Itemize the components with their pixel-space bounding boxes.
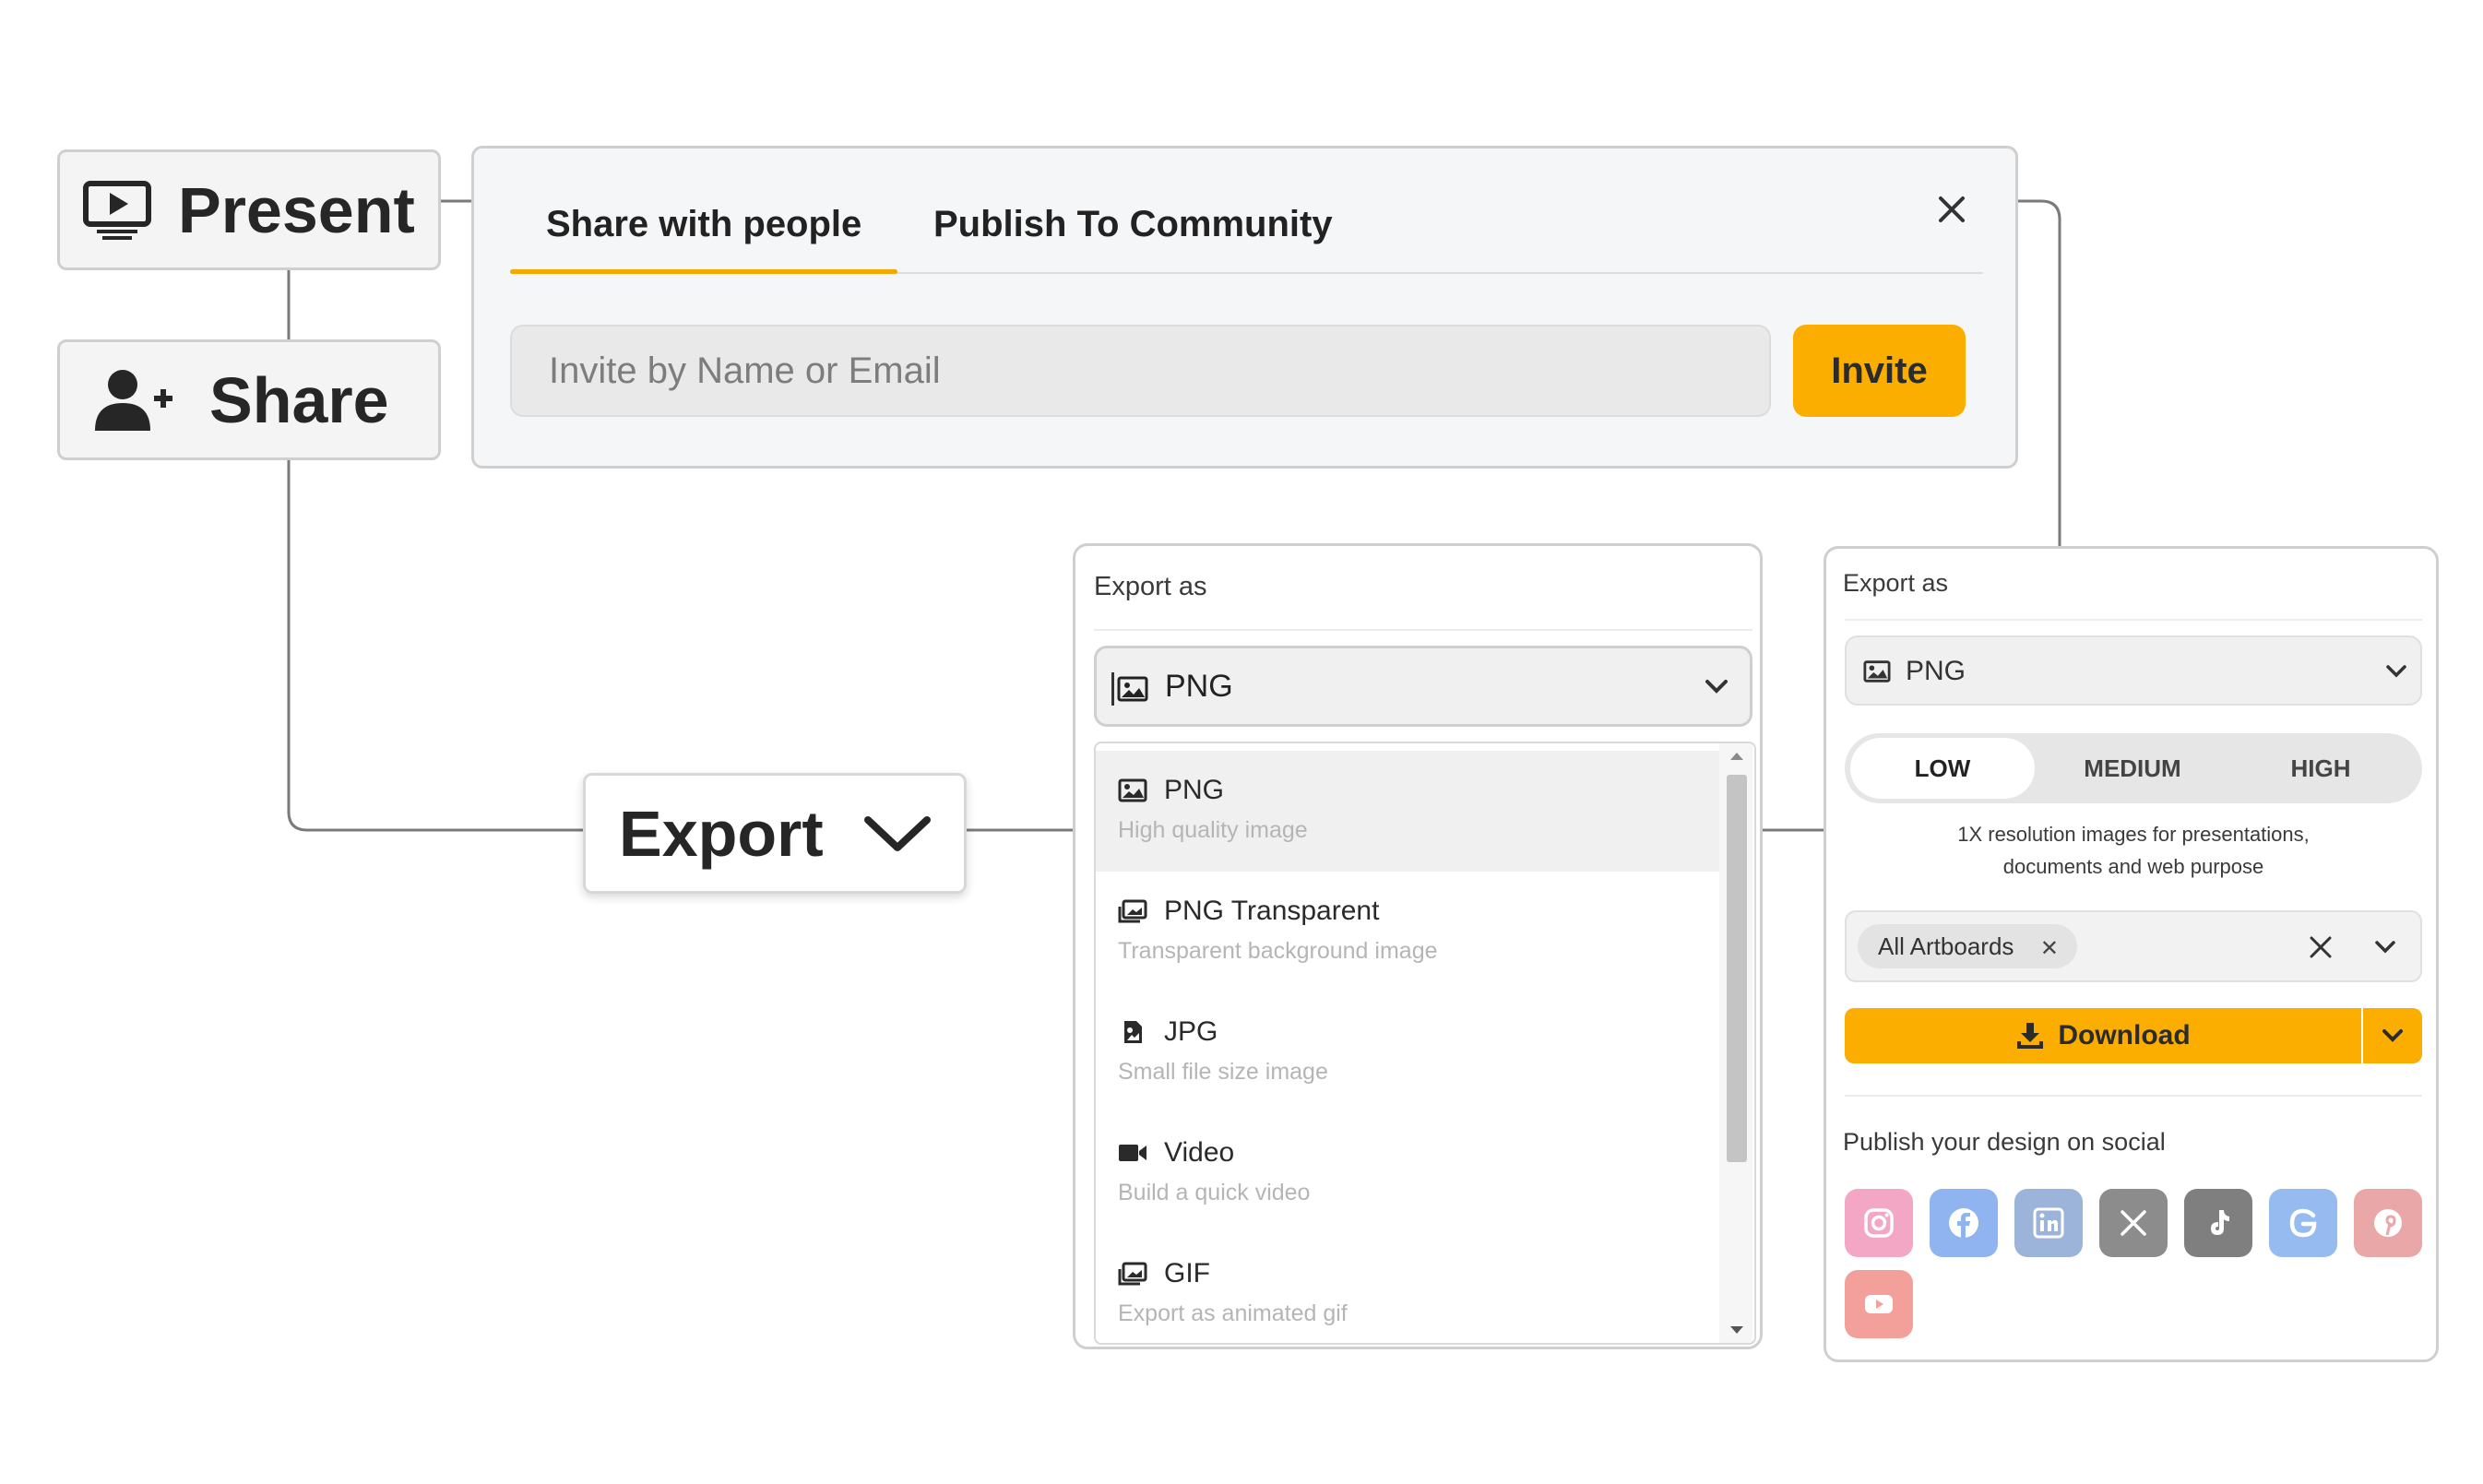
option-description: Transparent background image: [1118, 938, 1438, 964]
export-label: Export: [619, 797, 824, 870]
quality-medium-option[interactable]: MEDIUM: [2040, 733, 2225, 803]
format-select[interactable]: PNG: [1094, 646, 1752, 727]
active-tab-indicator: [510, 269, 897, 274]
youtube-icon[interactable]: [1845, 1270, 1913, 1338]
export-as-title: Export as: [1843, 569, 1949, 597]
download-label: Download: [2058, 1020, 2191, 1051]
image-icon: [1117, 676, 1148, 702]
add-user-icon: [95, 369, 172, 431]
share-dialog: Share with people Publish To Community I…: [471, 146, 2018, 469]
export-button[interactable]: Export: [583, 773, 967, 894]
artboard-select[interactable]: All Artboards ✕: [1845, 910, 2422, 982]
chevron-down-icon: [2382, 1029, 2403, 1042]
invite-placeholder: Invite by Name or Email: [549, 350, 941, 391]
tiktok-glyph: [2211, 1210, 2229, 1235]
artboard-chip-label: All Artboards: [1878, 932, 2014, 960]
list-item[interactable]: PNG High quality image: [1096, 751, 1723, 872]
chevron-down-icon: [2386, 665, 2406, 678]
divider: [1845, 1095, 2422, 1097]
list-item[interactable]: PNG Transparent Transparent background i…: [1096, 872, 1723, 992]
option-label: JPG: [1164, 1016, 1218, 1047]
option-label: Video: [1164, 1137, 1235, 1168]
clear-icon[interactable]: [2308, 934, 2334, 960]
google-glyph: [2289, 1208, 2317, 1238]
linkedin-glyph: [2033, 1207, 2064, 1239]
chevron-down-icon: [1705, 680, 1728, 694]
tiktok-icon[interactable]: [2184, 1189, 2252, 1257]
image-icon: [1118, 778, 1147, 802]
quality-high-option[interactable]: HIGH: [2228, 733, 2413, 803]
download-button[interactable]: Download: [1845, 1008, 2361, 1063]
image-icon: [1863, 660, 1891, 683]
quality-segmented-control: LOW MEDIUM HIGH: [1845, 733, 2422, 803]
chevron-down-icon[interactable]: [2374, 939, 2396, 956]
export-as-title: Export as: [1094, 572, 1207, 601]
images-icon: [1118, 1262, 1147, 1286]
text-cursor: [1111, 672, 1114, 706]
download-panel: Export as PNG LOW MEDIUM HIGH 1X resolut…: [1824, 546, 2439, 1362]
x-icon[interactable]: [2099, 1189, 2168, 1257]
download-options-button[interactable]: [2363, 1008, 2422, 1063]
export-dropdown-panel: Export as PNG PNG High quality image PNG…: [1073, 543, 1763, 1349]
list-item[interactable]: JPG Small file size image: [1096, 992, 1723, 1113]
x-glyph: [2121, 1210, 2146, 1236]
artboard-chip[interactable]: All Artboards ✕: [1858, 924, 2077, 968]
option-description: Build a quick video: [1118, 1180, 1311, 1205]
scrollbar-thumb[interactable]: [1727, 775, 1747, 1162]
quality-description: 1X resolution images for presentations, …: [1845, 818, 2422, 883]
format-options-list[interactable]: PNG High quality image PNG Transparent T…: [1094, 742, 1756, 1345]
social-heading: Publish your design on social: [1843, 1128, 2166, 1156]
option-label: GIF: [1164, 1258, 1210, 1288]
facebook-icon[interactable]: [1930, 1189, 1998, 1257]
selected-format: PNG: [1165, 669, 1233, 704]
option-description: Export as animated gif: [1118, 1300, 1348, 1326]
share-button[interactable]: Share: [57, 339, 441, 460]
share-label: Share: [209, 363, 389, 436]
tab-publish-to-community[interactable]: Publish To Community: [933, 204, 1333, 245]
present-label: Present: [178, 173, 415, 246]
google-icon[interactable]: [2269, 1189, 2337, 1257]
option-description: High quality image: [1118, 817, 1308, 843]
list-item[interactable]: GIF Export as animated gif: [1096, 1234, 1723, 1343]
format-select[interactable]: PNG: [1845, 635, 2422, 706]
tab-share-with-people[interactable]: Share with people: [546, 204, 861, 245]
list-item[interactable]: Video Build a quick video: [1096, 1113, 1723, 1234]
invite-input[interactable]: Invite by Name or Email: [510, 325, 1771, 417]
instagram-glyph: [1864, 1208, 1894, 1238]
youtube-glyph: [1865, 1295, 1893, 1313]
divider: [1094, 629, 1752, 631]
option-label: PNG Transparent: [1164, 896, 1380, 926]
option-label: PNG: [1164, 775, 1225, 805]
facebook-glyph: [1949, 1208, 1978, 1238]
pinterest-glyph: [2374, 1209, 2402, 1237]
scroll-down-arrow-icon[interactable]: [1729, 1324, 1745, 1336]
chevron-down-icon: [863, 815, 931, 851]
linkedin-icon[interactable]: [2014, 1189, 2083, 1257]
scroll-up-arrow-icon[interactable]: [1729, 751, 1745, 762]
invite-button[interactable]: Invite: [1793, 325, 1966, 417]
images-icon: [1118, 899, 1147, 923]
video-icon: [1119, 1145, 1146, 1161]
file-image-icon: [1124, 1021, 1142, 1043]
quality-description-line: documents and web purpose: [2002, 855, 2264, 878]
divider: [1845, 619, 2422, 621]
pinterest-icon[interactable]: [2354, 1189, 2422, 1257]
download-icon: [2017, 1023, 2044, 1049]
quality-description-line: 1X resolution images for presentations,: [1957, 823, 2310, 846]
instagram-icon[interactable]: [1845, 1189, 1913, 1257]
selected-format: PNG: [1906, 656, 1966, 686]
remove-chip-icon[interactable]: ✕: [2040, 935, 2059, 962]
quality-low-option[interactable]: LOW: [1850, 738, 2035, 799]
presentation-screen-icon: [83, 180, 151, 240]
present-button[interactable]: Present: [57, 149, 441, 270]
close-icon[interactable]: [1931, 189, 1972, 230]
option-description: Small file size image: [1118, 1059, 1328, 1085]
